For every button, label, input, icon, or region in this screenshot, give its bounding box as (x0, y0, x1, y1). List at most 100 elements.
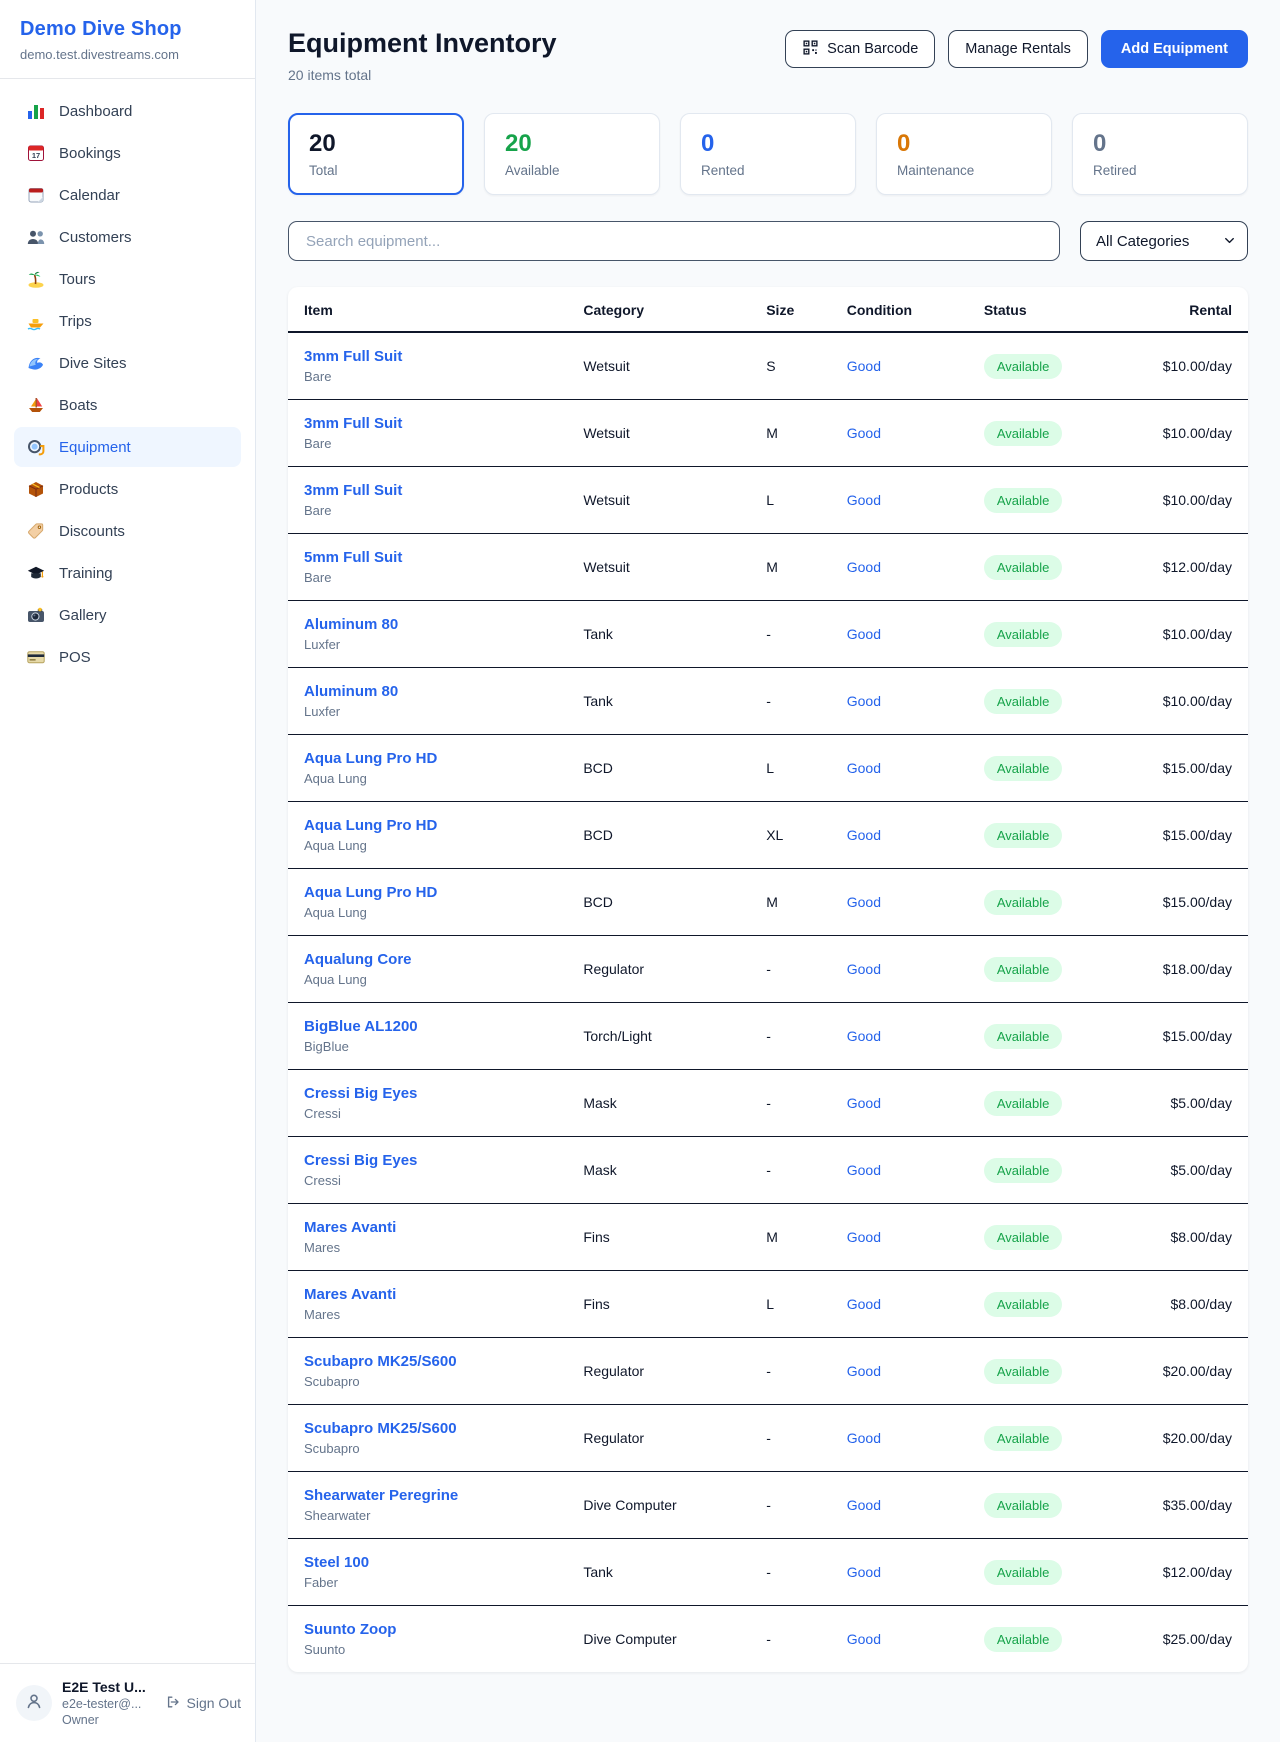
stat-label: Total (309, 163, 443, 178)
condition-link[interactable]: Good (831, 400, 968, 467)
cell-category: Wetsuit (567, 400, 750, 467)
item-name-link[interactable]: Aluminum 80 (304, 683, 551, 700)
item-name-link[interactable]: Scubapro MK25/S600 (304, 1353, 551, 1370)
sidebar-item-bookings[interactable]: 17Bookings (14, 133, 241, 173)
brand-name[interactable]: Demo Dive Shop (20, 18, 235, 41)
condition-link[interactable]: Good (831, 869, 968, 936)
stat-card-retired[interactable]: 0Retired (1072, 113, 1248, 195)
item-name-link[interactable]: 5mm Full Suit (304, 549, 551, 566)
item-brand: Faber (304, 1575, 551, 1590)
item-name-link[interactable]: Mares Avanti (304, 1219, 551, 1236)
item-name-link[interactable]: 3mm Full Suit (304, 415, 551, 432)
column-header-category: Category (567, 287, 750, 332)
condition-link[interactable]: Good (831, 1204, 968, 1271)
cell-item: 3mm Full SuitBare (288, 467, 567, 534)
stat-card-rented[interactable]: 0Rented (680, 113, 856, 195)
condition-link[interactable]: Good (831, 467, 968, 534)
condition-link[interactable]: Good (831, 1070, 968, 1137)
cell-size: - (750, 1606, 831, 1673)
condition-link[interactable]: Good (831, 1606, 968, 1673)
sidebar-item-pos[interactable]: POS (14, 637, 241, 677)
stat-label: Available (505, 163, 639, 178)
sign-out-label: Sign Out (187, 1695, 241, 1711)
cell-size: M (750, 869, 831, 936)
sidebar-item-training[interactable]: Training (14, 553, 241, 593)
condition-link[interactable]: Good (831, 1338, 968, 1405)
condition-link[interactable]: Good (831, 1539, 968, 1606)
condition-link[interactable]: Good (831, 601, 968, 668)
training-icon (26, 563, 46, 583)
item-name-link[interactable]: Aqua Lung Pro HD (304, 817, 551, 834)
item-name-link[interactable]: 3mm Full Suit (304, 482, 551, 499)
equipment-icon (26, 437, 46, 457)
sign-out-button[interactable]: Sign Out (165, 1694, 241, 1713)
item-name-link[interactable]: Scubapro MK25/S600 (304, 1420, 551, 1437)
stat-card-total[interactable]: 20Total (288, 113, 464, 195)
cell-item: BigBlue AL1200BigBlue (288, 1003, 567, 1070)
user-info: E2E Test U... e2e-tester@... Owner (62, 1679, 155, 1727)
condition-link[interactable]: Good (831, 735, 968, 802)
item-brand: Cressi (304, 1106, 551, 1121)
sidebar-item-trips[interactable]: Trips (14, 301, 241, 341)
cell-status: Available (968, 869, 1147, 936)
item-name-link[interactable]: Cressi Big Eyes (304, 1085, 551, 1102)
sidebar-item-equipment[interactable]: Equipment (14, 427, 241, 467)
sidebar-item-boats[interactable]: Boats (14, 385, 241, 425)
item-name-link[interactable]: Mares Avanti (304, 1286, 551, 1303)
manage-rentals-button[interactable]: Manage Rentals (948, 30, 1088, 68)
item-brand: Mares (304, 1307, 551, 1322)
item-name-link[interactable]: Suunto Zoop (304, 1621, 551, 1638)
item-name-link[interactable]: Aluminum 80 (304, 616, 551, 633)
cell-size: - (750, 1472, 831, 1539)
cell-item: Steel 100 Faber (288, 1539, 567, 1606)
condition-link[interactable]: Good (831, 668, 968, 735)
cell-size: - (750, 1070, 831, 1137)
table-row: 3mm Full SuitBareWetsuitSGoodAvailable$1… (288, 332, 1248, 400)
cell-rental: $15.00/day (1147, 1003, 1248, 1070)
condition-link[interactable]: Good (831, 1472, 968, 1539)
sidebar-item-dashboard[interactable]: Dashboard (14, 91, 241, 131)
condition-link[interactable]: Good (831, 802, 968, 869)
search-input[interactable] (288, 221, 1060, 261)
item-name-link[interactable]: Aqualung Core (304, 951, 551, 968)
condition-link[interactable]: Good (831, 936, 968, 1003)
sidebar-item-discounts[interactable]: Discounts (14, 511, 241, 551)
sidebar-item-customers[interactable]: Customers (14, 217, 241, 257)
item-brand: Shearwater (304, 1508, 551, 1523)
item-name-link[interactable]: Aqua Lung Pro HD (304, 750, 551, 767)
sidebar-item-dive-sites[interactable]: Dive Sites (14, 343, 241, 383)
stat-card-maintenance[interactable]: 0Maintenance (876, 113, 1052, 195)
cell-category: Torch/Light (567, 1003, 750, 1070)
page-title-block: Equipment Inventory 20 items total (288, 28, 557, 83)
scan-barcode-button[interactable]: Scan Barcode (785, 30, 935, 68)
item-name-link[interactable]: Steel 100 (304, 1554, 551, 1571)
header-actions: Scan Barcode Manage Rentals Add Equipmen… (785, 30, 1248, 68)
condition-link[interactable]: Good (831, 1405, 968, 1472)
cell-item: Scubapro MK25/S600Scubapro (288, 1405, 567, 1472)
cell-status: Available (968, 1271, 1147, 1338)
cell-status: Available (968, 1003, 1147, 1070)
item-name-link[interactable]: Shearwater Peregrine (304, 1487, 551, 1504)
condition-link[interactable]: Good (831, 1137, 968, 1204)
condition-link[interactable]: Good (831, 1271, 968, 1338)
sidebar-item-gallery[interactable]: Gallery (14, 595, 241, 635)
stat-card-available[interactable]: 20Available (484, 113, 660, 195)
item-name-link[interactable]: Cressi Big Eyes (304, 1152, 551, 1169)
sidebar-item-calendar[interactable]: Calendar (14, 175, 241, 215)
add-equipment-button[interactable]: Add Equipment (1101, 30, 1248, 68)
cell-status: Available (968, 332, 1147, 400)
user-role: Owner (62, 1713, 155, 1727)
category-select[interactable]: All Categories (1080, 221, 1248, 261)
item-name-link[interactable]: Aqua Lung Pro HD (304, 884, 551, 901)
cell-rental: $15.00/day (1147, 735, 1248, 802)
person-icon (24, 1691, 44, 1716)
item-name-link[interactable]: BigBlue AL1200 (304, 1018, 551, 1035)
table-header-row: Item Category Size Condition Status Rent… (288, 287, 1248, 332)
condition-link[interactable]: Good (831, 332, 968, 400)
item-name-link[interactable]: 3mm Full Suit (304, 348, 551, 365)
sidebar-item-tours[interactable]: Tours (14, 259, 241, 299)
sidebar-item-label: Gallery (59, 607, 107, 624)
sidebar-item-products[interactable]: Products (14, 469, 241, 509)
condition-link[interactable]: Good (831, 534, 968, 601)
condition-link[interactable]: Good (831, 1003, 968, 1070)
